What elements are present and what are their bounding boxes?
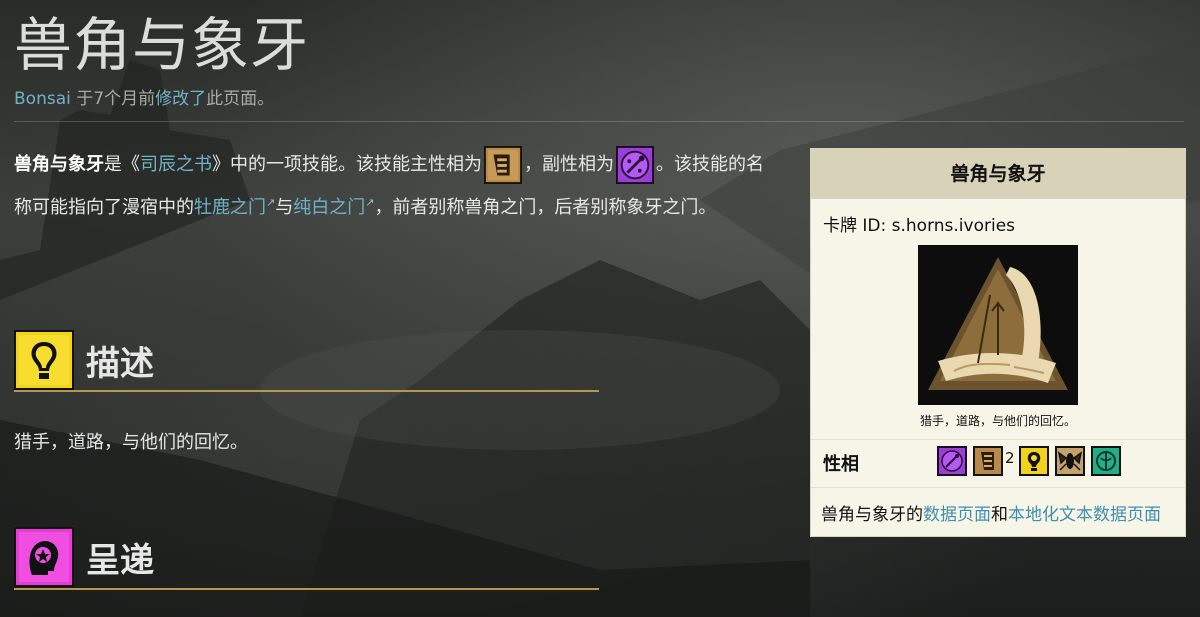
infobox-divider [811, 487, 1185, 488]
knock-aspect-icon[interactable] [937, 446, 967, 476]
edit-history-link[interactable]: 修改了 [155, 89, 206, 109]
infobox-footer: 兽角与象牙的数据页面和本地化文本数据页面 [821, 500, 1161, 525]
header-divider [14, 121, 1184, 122]
skill-card-image[interactable] [918, 245, 1078, 405]
byline-suffix: 此页面。 [206, 89, 275, 109]
page-title: 兽角与象牙 [14, 11, 310, 79]
skill-infobox: 兽角与象牙 卡牌 ID: s.horns.ivories 猎手，道路，与他们的回… [810, 148, 1186, 537]
localization-data-page-link[interactable]: 本地化文本数据页面 [1008, 505, 1161, 525]
external-link-icon: ↗ [266, 196, 276, 209]
card-id: 卡牌 ID: s.horns.ivories [823, 216, 1016, 236]
heart-aspect-icon [14, 527, 74, 587]
aspect-count-forge: 2 [1005, 449, 1015, 467]
section-offering-title: 呈递 [86, 540, 154, 581]
forge-aspect-icon[interactable] [973, 446, 1003, 476]
data-page-link[interactable]: 数据页面 [923, 505, 991, 525]
white-door-link[interactable]: 纯白之门 [293, 197, 365, 218]
section-description-text: 猎手，道路，与他们的回忆。 [14, 432, 248, 453]
byline-time: 于7个月前 [70, 89, 156, 109]
intro-text-2: 》中的一项技能。该技能主性相为 [212, 154, 482, 175]
infobox-title: 兽角与象牙 [811, 149, 1185, 199]
forge-aspect-icon[interactable] [484, 146, 522, 184]
section-description-title: 描述 [86, 343, 154, 384]
stag-door-link[interactable]: 牡鹿之门 [194, 197, 266, 218]
aspects-label: 性相 [823, 454, 859, 475]
section-offering-heading: 呈递 [14, 527, 154, 587]
intro-text-3: ，副性相为 [524, 154, 614, 175]
intro-text-1: 是《 [104, 154, 140, 175]
aspects-list: 2 [937, 446, 1127, 476]
grail-aspect-icon[interactable] [1090, 446, 1121, 476]
author-link[interactable]: Bonsai [14, 89, 71, 109]
infobox-divider [811, 439, 1185, 440]
knock-aspect-icon[interactable] [616, 146, 654, 184]
footer-text-1: 兽角与象牙的 [821, 505, 923, 525]
section-description-heading: 描述 [14, 330, 154, 390]
card-caption: 猎手，道路，与他们的回忆。 [919, 414, 1076, 428]
moth-aspect-icon[interactable] [1054, 446, 1085, 476]
page-byline: Bonsai 于7个月前修改了此页面。 [14, 84, 274, 109]
intro-text-6: ，前者别称兽角之门，后者别称象牙之门。 [374, 197, 717, 218]
section-description-rule [14, 390, 599, 392]
lantern-aspect-icon[interactable] [1018, 446, 1049, 476]
intro-paragraph: 兽角与象牙是《司辰之书》中的一项技能。该技能主性相为 ，副性相为 。该技能的名称可能… [14, 146, 774, 227]
lantern-aspect-icon [14, 330, 74, 390]
section-offering-rule [14, 588, 599, 590]
footer-text-2: 和 [991, 505, 1008, 525]
intro-text-5: 与 [275, 197, 294, 218]
skill-name: 兽角与象牙 [14, 154, 104, 175]
book-of-hours-link[interactable]: 司辰之书 [140, 154, 212, 175]
